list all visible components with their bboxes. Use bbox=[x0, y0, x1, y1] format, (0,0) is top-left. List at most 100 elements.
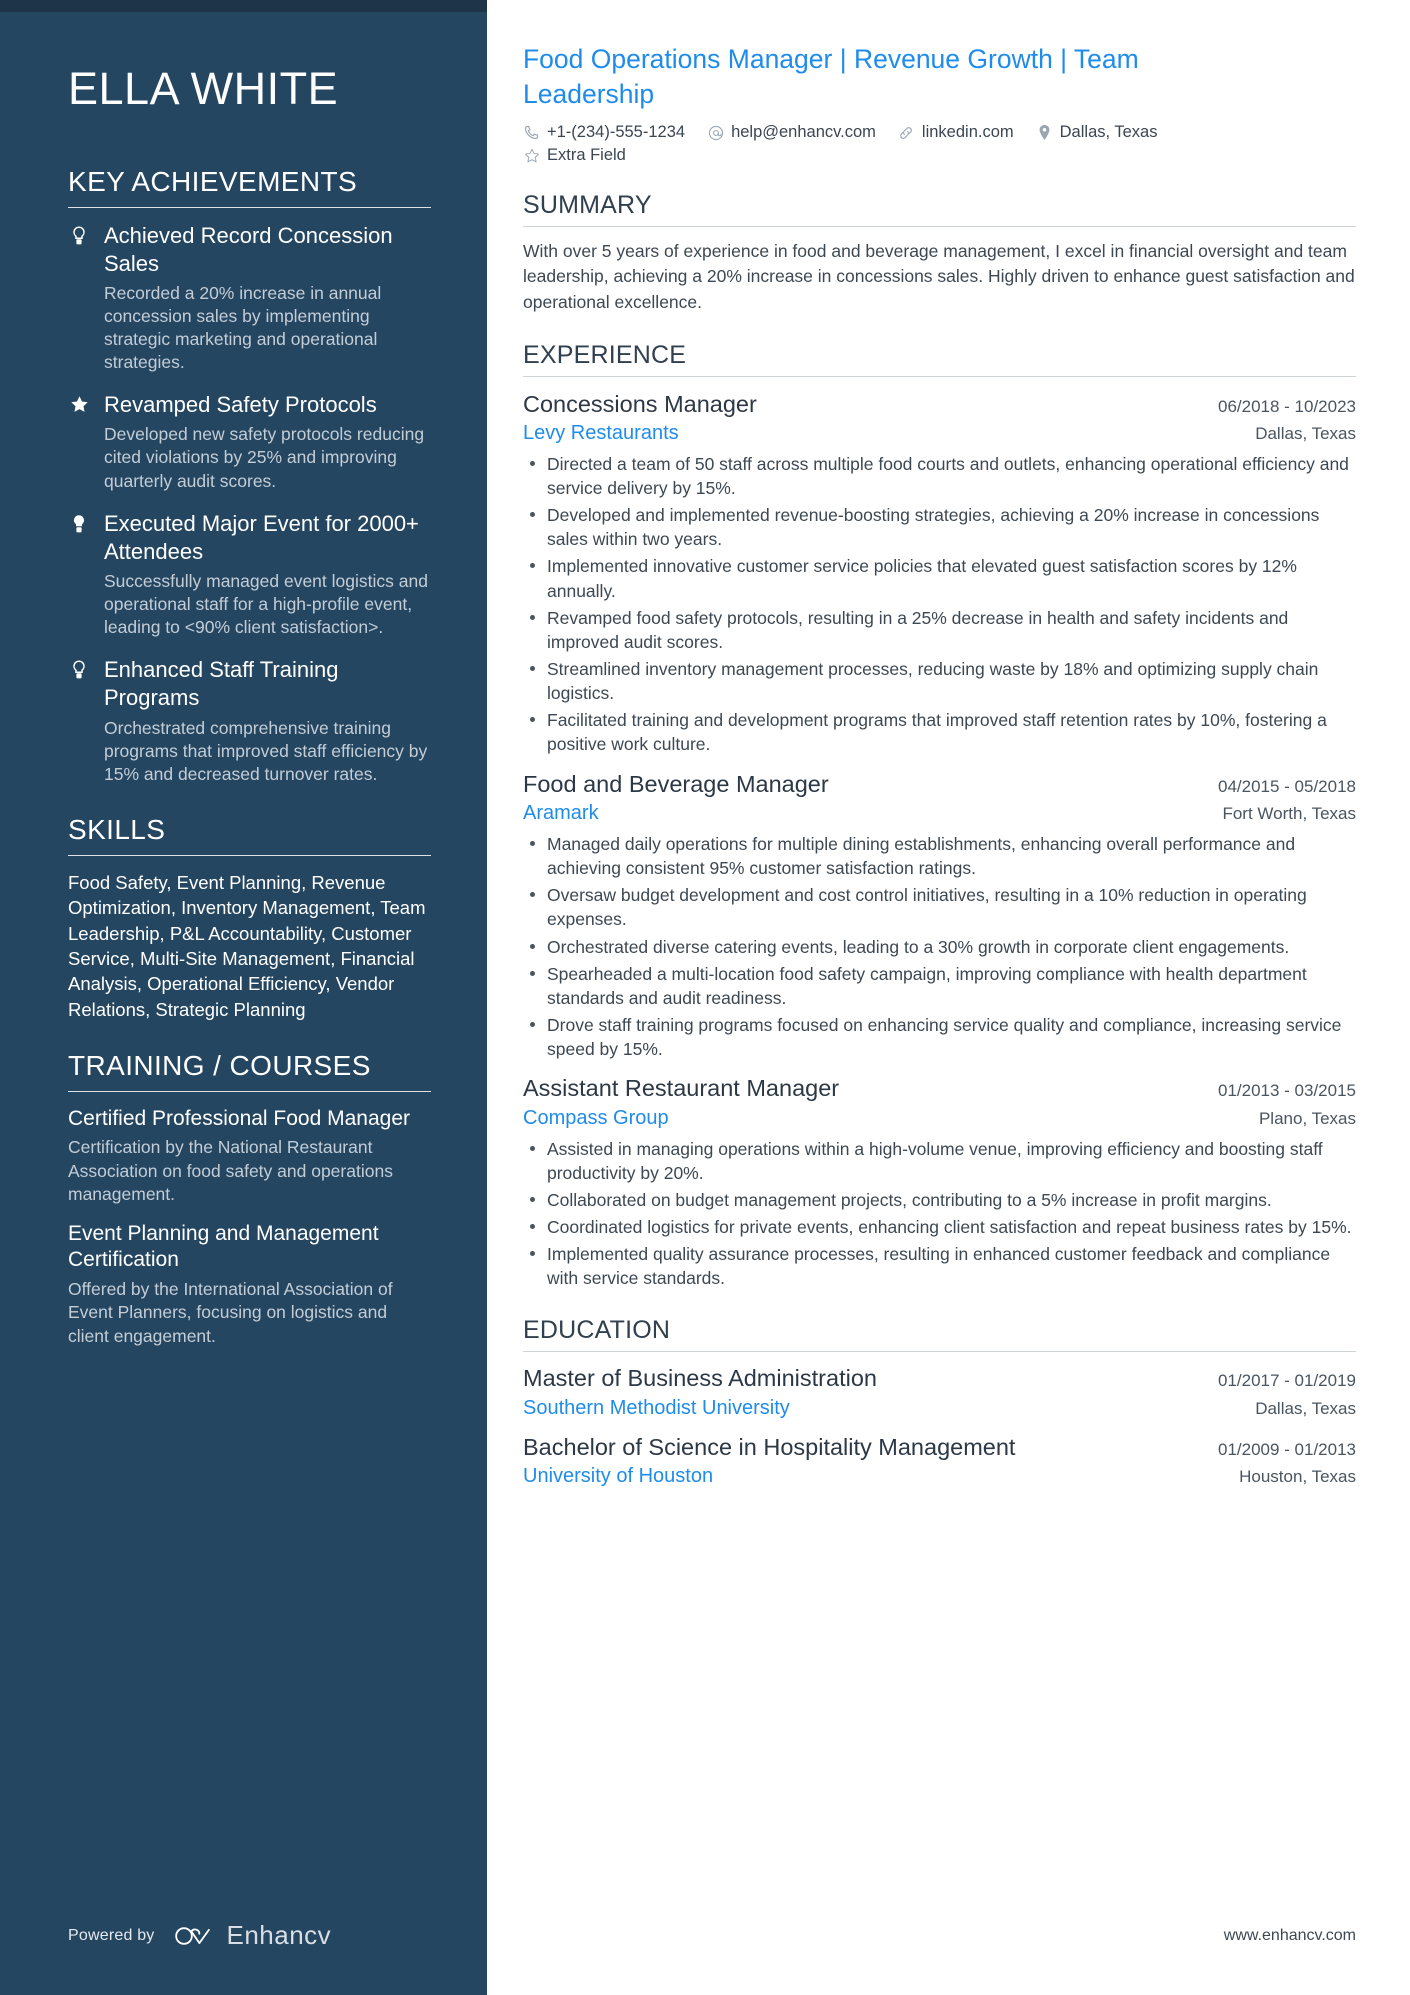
star-outline-icon bbox=[523, 147, 540, 164]
job-title: Assistant Restaurant Manager bbox=[523, 1075, 840, 1102]
summary-section: SUMMARY With over 5 years of experience … bbox=[523, 191, 1356, 314]
job-title: Concessions Manager bbox=[523, 390, 757, 417]
education-date-range: 01/2017 - 01/2019 bbox=[1217, 1371, 1356, 1391]
powered-by-label: Powered by bbox=[68, 1926, 155, 1944]
job-title: Food and Beverage Manager bbox=[523, 770, 829, 797]
job-location: Dallas, Texas bbox=[1255, 423, 1356, 443]
achievement-item: Achieved Record Concession Sales Recorde… bbox=[68, 222, 431, 375]
skills-section: SKILLS Food Safety, Event Planning, Reve… bbox=[68, 814, 431, 1022]
job-bullet: Implemented quality assurance processes,… bbox=[523, 1242, 1356, 1290]
education-entry: Bachelor of Science in Hospitality Manag… bbox=[523, 1433, 1356, 1489]
job-date-range: 04/2015 - 05/2018 bbox=[1217, 776, 1356, 796]
section-divider bbox=[523, 375, 1356, 377]
enhancv-logo-icon bbox=[174, 1926, 210, 1945]
job-bullet-list: Managed daily operations for multiple di… bbox=[523, 832, 1356, 1061]
job-date-range: 01/2013 - 03/2015 bbox=[1217, 1081, 1356, 1101]
contact-extra-field-text: Extra Field bbox=[547, 146, 626, 165]
achievement-title: Revamped Safety Protocols bbox=[104, 392, 377, 418]
sidebar-footer: Powered by Enhancv bbox=[68, 1920, 331, 1951]
skills-heading: SKILLS bbox=[68, 813, 166, 845]
course-description: Offered by the International Association… bbox=[68, 1278, 393, 1346]
job-bullet: Collaborated on budget management projec… bbox=[523, 1188, 1356, 1212]
job-bullet: Directed a team of 50 staff across multi… bbox=[523, 452, 1356, 500]
contact-extra-field[interactable]: Extra Field bbox=[523, 146, 626, 165]
key-achievements-section: KEY ACHIEVEMENTS Achieved Record Concess… bbox=[68, 166, 431, 786]
job-bullet: Streamlined inventory management process… bbox=[523, 657, 1356, 705]
achievement-description: Successfully managed event logistics and… bbox=[104, 570, 428, 638]
star-icon bbox=[68, 391, 90, 414]
course-item: Certified Professional Food Manager Cert… bbox=[68, 1106, 431, 1207]
education-heading: EDUCATION bbox=[523, 1316, 671, 1345]
phone-icon bbox=[523, 124, 540, 141]
education-location: Dallas, Texas bbox=[1255, 1398, 1356, 1418]
achievement-description: Developed new safety protocols reducing … bbox=[104, 424, 425, 491]
professional-headline: Food Operations Manager | Revenue Growth… bbox=[523, 44, 1139, 110]
company-name[interactable]: Compass Group bbox=[523, 1105, 1243, 1131]
school-name[interactable]: University of Houston bbox=[523, 1463, 1223, 1489]
footer-website-url[interactable]: www.enhancv.com bbox=[1224, 1927, 1356, 1945]
contact-row: +1-(234)-555-1234 help@enhancv.com linke… bbox=[523, 123, 1173, 165]
contact-phone[interactable]: +1-(234)-555-1234 bbox=[523, 123, 685, 142]
education-location: Houston, Texas bbox=[1239, 1467, 1356, 1487]
job-bullet: Developed and implemented revenue-boosti… bbox=[523, 503, 1356, 551]
contact-email[interactable]: help@enhancv.com bbox=[707, 123, 876, 142]
education-entry: Master of Business Administration 01/201… bbox=[523, 1364, 1356, 1420]
job-bullet: Assisted in managing operations within a… bbox=[523, 1137, 1356, 1185]
experience-entry: Food and Beverage Manager 04/2015 - 05/2… bbox=[523, 770, 1356, 1062]
job-bullet: Implemented innovative customer service … bbox=[523, 554, 1356, 602]
job-bullet: Oversaw budget development and cost cont… bbox=[523, 883, 1356, 931]
job-bullet: Facilitated training and development pro… bbox=[523, 708, 1356, 756]
section-divider bbox=[523, 1351, 1356, 1353]
course-description: Certification by the National Restaurant… bbox=[68, 1137, 393, 1205]
summary-text: With over 5 years of experience in food … bbox=[523, 241, 1355, 312]
job-bullet-list: Assisted in managing operations within a… bbox=[523, 1137, 1356, 1291]
section-divider bbox=[68, 1090, 431, 1092]
achievement-item: Enhanced Staff Training Programs Orchest… bbox=[68, 656, 431, 786]
achievement-item: Revamped Safety Protocols Developed new … bbox=[68, 391, 431, 492]
achievement-title: Enhanced Staff Training Programs bbox=[104, 657, 339, 711]
contact-linkedin-text: linkedin.com bbox=[921, 123, 1014, 142]
education-section: EDUCATION Master of Business Administrat… bbox=[523, 1316, 1356, 1489]
contact-location[interactable]: Dallas, Texas bbox=[1036, 123, 1158, 142]
job-bullet: Revamped food safety protocols, resultin… bbox=[523, 606, 1356, 654]
at-email-icon bbox=[707, 124, 724, 141]
section-divider bbox=[68, 854, 431, 856]
contact-location-text: Dallas, Texas bbox=[1059, 123, 1158, 142]
degree-title: Master of Business Administration bbox=[523, 1365, 877, 1392]
experience-section: EXPERIENCE Concessions Manager 06/2018 -… bbox=[523, 341, 1356, 1291]
experience-entry: Assistant Restaurant Manager 01/2013 - 0… bbox=[523, 1074, 1356, 1290]
job-location: Plano, Texas bbox=[1258, 1108, 1356, 1128]
location-pin-icon bbox=[1036, 124, 1053, 141]
experience-heading: EXPERIENCE bbox=[523, 340, 687, 369]
job-bullet: Drove staff training programs focused on… bbox=[523, 1013, 1356, 1061]
training-courses-section: TRAINING / COURSES Certified Professiona… bbox=[68, 1050, 431, 1349]
job-bullet: Coordinated logistics for private events… bbox=[523, 1215, 1356, 1239]
company-name[interactable]: Levy Restaurants bbox=[523, 420, 1239, 446]
education-date-range: 01/2009 - 01/2013 bbox=[1217, 1439, 1356, 1459]
achievement-title: Achieved Record Concession Sales bbox=[104, 222, 393, 276]
achievement-title: Executed Major Event for 2000+ Attendees bbox=[104, 510, 419, 564]
link-icon bbox=[898, 124, 915, 141]
job-bullet-list: Directed a team of 50 staff across multi… bbox=[523, 452, 1356, 757]
degree-title: Bachelor of Science in Hospitality Manag… bbox=[523, 1433, 1016, 1460]
section-divider bbox=[68, 206, 431, 208]
candidate-name: ELLA WHITE bbox=[68, 63, 339, 114]
lightbulb-icon bbox=[68, 222, 90, 246]
job-location: Fort Worth, Texas bbox=[1222, 803, 1356, 823]
sidebar: ELLA WHITE KEY ACHIEVEMENTS Achieved Rec… bbox=[0, 0, 487, 1995]
skills-list: Food Safety, Event Planning, Revenue Opt… bbox=[68, 871, 426, 1020]
sidebar-top-accent-bar bbox=[0, 0, 487, 12]
achievement-description: Orchestrated comprehensive training prog… bbox=[104, 717, 428, 784]
achievement-description: Recorded a 20% increase in annual conces… bbox=[104, 282, 382, 373]
company-name[interactable]: Aramark bbox=[523, 800, 1206, 826]
resume-page: ELLA WHITE KEY ACHIEVEMENTS Achieved Rec… bbox=[0, 0, 1410, 1995]
section-divider bbox=[523, 226, 1356, 228]
contact-email-text: help@enhancv.com bbox=[731, 123, 876, 142]
course-title: Event Planning and Management Certificat… bbox=[68, 1222, 379, 1272]
lightbulb-filled-icon bbox=[68, 510, 90, 534]
key-achievements-heading: KEY ACHIEVEMENTS bbox=[68, 165, 358, 197]
contact-linkedin[interactable]: linkedin.com bbox=[898, 123, 1014, 142]
training-courses-heading: TRAINING / COURSES bbox=[68, 1049, 371, 1081]
contact-phone-text: +1-(234)-555-1234 bbox=[547, 123, 686, 142]
school-name[interactable]: Southern Methodist University bbox=[523, 1395, 1239, 1421]
